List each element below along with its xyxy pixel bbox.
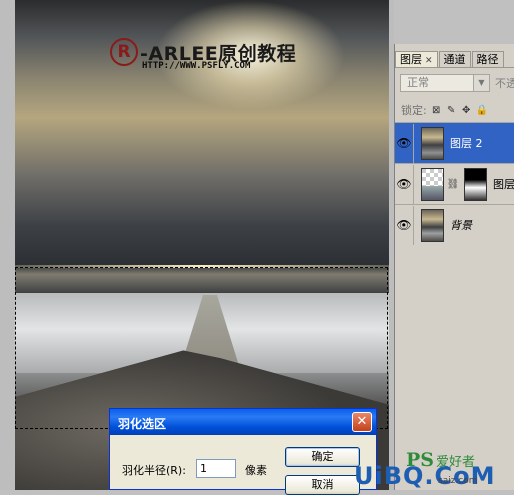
- tab-channels-label: 通道: [443, 53, 466, 66]
- lock-transparency-icon[interactable]: ⊠: [431, 105, 442, 116]
- panel-tabs: 图层 ✕ 通道 路径: [395, 51, 505, 67]
- lock-brush-icon[interactable]: ✎: [446, 105, 457, 116]
- selection-marquee: [15, 267, 388, 429]
- layer-row[interactable]: 👁 图层 2: [395, 122, 514, 163]
- tab-layers[interactable]: 图层 ✕: [395, 51, 438, 67]
- tab-channels[interactable]: 通道: [438, 51, 471, 67]
- logo-url: HTTP://WWW.PSFLY.COM: [142, 61, 251, 71]
- feather-radius-input[interactable]: 1: [196, 459, 236, 478]
- dialog-titlebar[interactable]: 羽化选区 ✕: [110, 409, 376, 435]
- tab-divider: [395, 67, 514, 68]
- feather-dialog: 羽化选区 ✕ 羽化半径(R): 1 像素 确定 取消: [109, 408, 377, 495]
- dialog-title: 羽化选区: [118, 417, 167, 431]
- layer-thumbnail: [421, 167, 444, 201]
- layer-thumbnail: [421, 126, 444, 160]
- layer-name: 图层 2: [450, 137, 483, 150]
- tab-paths-label: 路径: [476, 53, 499, 66]
- close-icon[interactable]: ✕: [425, 56, 433, 66]
- unit-label: 像素: [245, 464, 267, 477]
- registered-icon: R: [110, 38, 138, 66]
- eye-icon: 👁: [396, 218, 412, 232]
- eye-icon: 👁: [396, 136, 412, 150]
- lock-row: 锁定: ⊠ ✎ ✥ 🔒: [401, 102, 488, 118]
- tab-paths[interactable]: 路径: [471, 51, 504, 67]
- lock-label: 锁定:: [401, 104, 427, 117]
- visibility-toggle[interactable]: 👁: [395, 205, 414, 245]
- blend-mode-select[interactable]: 正常 ▼: [400, 74, 490, 92]
- ok-button[interactable]: 确定: [285, 447, 360, 467]
- link-icon[interactable]: ⛓: [447, 179, 460, 190]
- watermark-url: saiz.com: [438, 476, 478, 486]
- feather-radius-label: 羽化半径(R):: [122, 464, 186, 477]
- chevron-down-icon[interactable]: ▼: [473, 75, 489, 91]
- lock-all-icon[interactable]: 🔒: [476, 105, 488, 116]
- cancel-button[interactable]: 取消: [285, 475, 360, 495]
- layer-name: 图层: [492, 178, 514, 191]
- layer-row[interactable]: 👁 背景: [395, 204, 514, 245]
- layer-row[interactable]: 👁 ⛓ 图层: [395, 163, 514, 204]
- close-icon[interactable]: ✕: [352, 412, 372, 432]
- layers-panel: 图层 ✕ 通道 路径 正常 ▼ 不透 锁定: ⊠ ✎ ✥ 🔒 👁 图层 2 👁 ⛓…: [394, 44, 514, 490]
- tab-layers-label: 图层: [400, 53, 422, 66]
- visibility-toggle[interactable]: 👁: [395, 123, 414, 163]
- layer-thumbnail: [421, 208, 444, 242]
- opacity-label: 不透: [495, 77, 514, 90]
- lock-move-icon[interactable]: ✥: [461, 105, 472, 116]
- blend-mode-value: 正常: [407, 76, 429, 89]
- layer-mask-thumbnail[interactable]: [464, 167, 487, 201]
- eye-icon: 👁: [396, 177, 412, 191]
- layer-name: 背景: [450, 219, 472, 232]
- visibility-toggle[interactable]: 👁: [395, 164, 414, 204]
